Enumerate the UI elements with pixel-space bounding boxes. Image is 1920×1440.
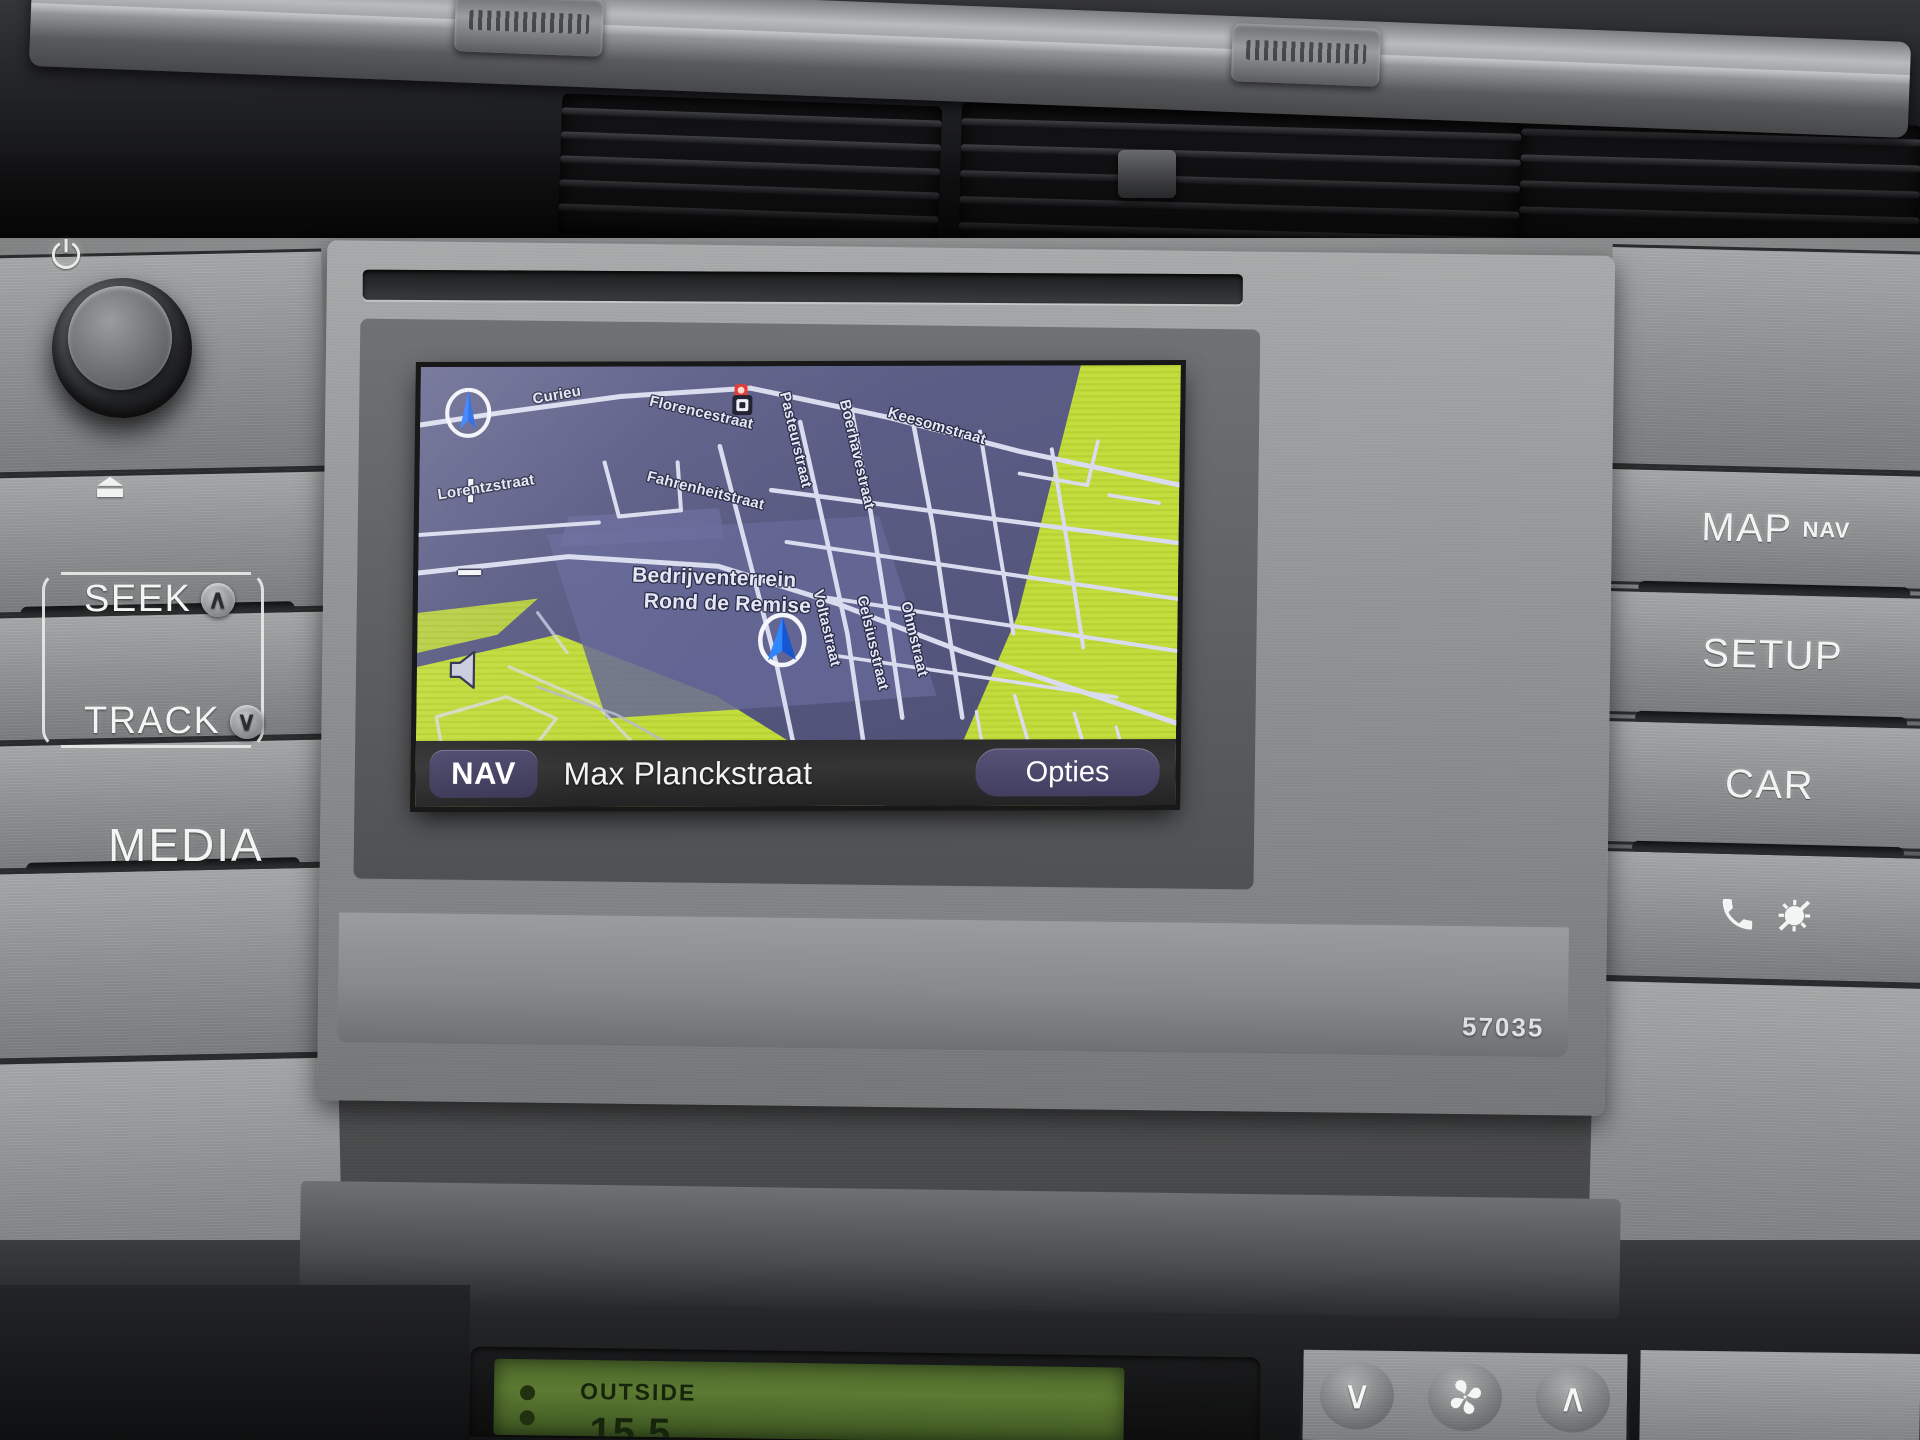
- left-control-column: [0, 248, 343, 1296]
- phone-mute-button[interactable]: [1594, 847, 1920, 987]
- setup-button[interactable]: SETUP: [1601, 587, 1920, 723]
- trim-clip-right: [1230, 23, 1382, 87]
- mute-icon: [1773, 894, 1816, 942]
- nav-mode-button[interactable]: NAV: [429, 749, 538, 798]
- fan-icon: [1427, 1362, 1503, 1432]
- car-infotainment-screenshot: ⏻ ⏏ SEEK ∧ TRACK ∨ MEDIA MAP NAV SETUP C…: [0, 0, 1920, 1440]
- power-icon: ⏻: [50, 235, 82, 277]
- power-volume-knob[interactable]: [52, 278, 192, 418]
- setup-label: SETUP: [1701, 630, 1844, 679]
- zoom-out-button[interactable]: −: [456, 546, 484, 598]
- model-code-label: 57035: [1461, 1011, 1545, 1043]
- media-label: MEDIA: [108, 819, 264, 871]
- seek-label: SEEK: [84, 578, 192, 620]
- nav-status-bar: NAV Max Planckstraat Opties: [415, 738, 1177, 807]
- map-nav-sublabel: NAV: [1802, 516, 1851, 543]
- navigation-screen[interactable]: + − Curieu Florencestraat Lorentzstraat …: [415, 365, 1181, 807]
- vehicle-arrow-icon: [754, 610, 811, 670]
- fan-control-row: ∨ ∧: [1299, 1349, 1631, 1440]
- outside-temp-label: OUTSIDE: [579, 1378, 697, 1406]
- trim-clip-left: [453, 0, 605, 57]
- climate-indicator-dots: [519, 1385, 538, 1440]
- fan-up-button[interactable]: ∧: [1535, 1363, 1611, 1434]
- phone-icon: [1717, 893, 1758, 939]
- seek-up-icon: ∧: [201, 582, 236, 617]
- disc-slot[interactable]: [362, 269, 1243, 305]
- climate-right-panel: [1639, 1350, 1920, 1440]
- console-edge: [299, 1180, 1621, 1320]
- map-nav-button[interactable]: MAP NAV: [1604, 465, 1920, 593]
- options-button[interactable]: Opties: [975, 748, 1160, 797]
- media-button[interactable]: [0, 864, 338, 1062]
- eject-icon: ⏏: [94, 467, 127, 505]
- bezel-lower-shelf: [337, 912, 1569, 1058]
- climate-display: OUTSIDE 15.5: [493, 1358, 1125, 1440]
- volume-plate: [1607, 244, 1920, 475]
- map-nav-label: MAP: [1700, 504, 1794, 551]
- seek-label-row: SEEK ∧: [84, 578, 236, 621]
- car-label: CAR: [1724, 761, 1815, 808]
- climate-control-panel: OUTSIDE 15.5: [469, 1346, 1261, 1440]
- track-label: TRACK: [84, 700, 221, 742]
- track-down-icon: ∨: [230, 704, 265, 739]
- outside-temp-value: 15.5: [589, 1410, 672, 1440]
- track-label-row: TRACK ∨: [84, 700, 265, 743]
- speaker-icon[interactable]: [445, 649, 496, 691]
- compass-icon[interactable]: [442, 385, 495, 439]
- car-button[interactable]: CAR: [1598, 717, 1920, 853]
- right-control-column: MAP NAV SETUP CAR: [1587, 244, 1920, 1292]
- lower-left-panel: [0, 1285, 470, 1440]
- fan-down-button[interactable]: ∨: [1319, 1360, 1395, 1431]
- current-street-label: Max Planckstraat: [563, 754, 813, 792]
